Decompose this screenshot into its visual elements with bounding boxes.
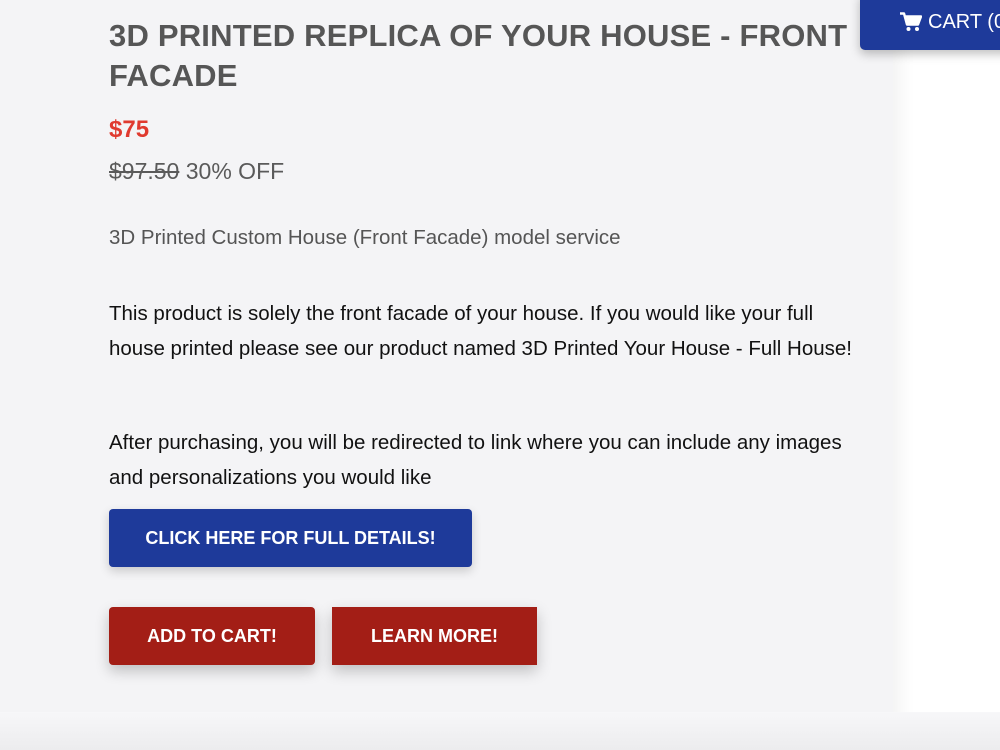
product-description-2: After purchasing, you will be redirected…	[109, 431, 842, 489]
original-price: $97.50	[109, 158, 180, 184]
original-price-row: $97.50 30% OFF	[109, 158, 284, 185]
product-title: 3D PRINTED REPLICA OF YOUR HOUSE - FRONT…	[109, 18, 848, 93]
cart-icon	[900, 12, 922, 32]
cart-label: CART (0	[928, 10, 1000, 33]
page-footer-shadow	[0, 712, 1000, 750]
cart-button[interactable]: CART (0	[860, 0, 1000, 50]
page: 3D PRINTED REPLICA OF YOUR HOUSE - FRONT…	[0, 0, 1000, 750]
discount-badge: 30% OFF	[185, 158, 285, 184]
full-details-button[interactable]: CLICK HERE FOR FULL DETAILS!	[109, 509, 472, 567]
sale-price: $75	[109, 116, 150, 143]
add-to-cart-button[interactable]: ADD TO CART!	[109, 607, 315, 665]
product-subtitle: 3D Printed Custom House (Front Facade) m…	[109, 226, 621, 249]
product-description-1: This product is solely the front facade …	[109, 302, 853, 360]
product-panel: 3D PRINTED REPLICA OF YOUR HOUSE - FRONT…	[0, 0, 893, 722]
learn-more-button[interactable]: LEARN MORE!	[332, 607, 537, 665]
